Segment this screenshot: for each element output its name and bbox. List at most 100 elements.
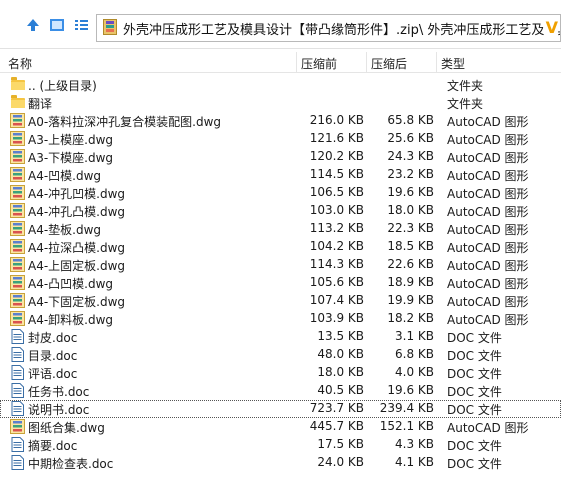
file-name: 中期检查表.doc <box>28 457 114 471</box>
list-item[interactable]: A4-上固定板.dwg 114.3 KB 22.6 KB AutoCAD 图形 <box>0 256 561 274</box>
file-name: A0-落料拉深冲孔复合模装配图.dwg <box>28 115 222 129</box>
file-name: A4-冲孔凹模.dwg <box>28 187 126 201</box>
column-divider[interactable] <box>366 52 367 72</box>
file-name: 封皮.doc <box>28 331 78 345</box>
toolbar: 外壳冲压成形工艺及模具设计【带凸缘筒形件】.zip\ 外壳冲压成形工艺及模具 V <box>0 0 561 49</box>
list-item[interactable]: A4-下固定板.dwg 107.4 KB 19.9 KB AutoCAD 图形 <box>0 292 561 310</box>
file-size: 40.5 KB <box>317 383 364 397</box>
file-type: AutoCAD 图形 <box>447 241 529 255</box>
file-size: 445.7 KB <box>309 419 364 433</box>
file-type: DOC 文件 <box>447 367 502 381</box>
doc-file-icon <box>11 455 24 470</box>
list-item[interactable]: 目录.doc 48.0 KB 6.8 KB DOC 文件 <box>0 346 561 364</box>
list-view-icon[interactable] <box>70 14 92 36</box>
dwg-file-icon <box>10 131 25 146</box>
file-size: 216.0 KB <box>309 113 364 127</box>
file-packed-size: 4.3 KB <box>395 437 434 451</box>
list-item[interactable]: A4-冲孔凹模.dwg 106.5 KB 19.6 KB AutoCAD 图形 <box>0 184 561 202</box>
list-item[interactable]: 说明书.doc 723.7 KB 239.4 KB DOC 文件 <box>0 400 561 418</box>
column-type-header[interactable]: 类型 <box>441 55 465 72</box>
file-name: .. (上级目录) <box>28 79 97 93</box>
file-size: 103.0 KB <box>309 203 364 217</box>
file-type: AutoCAD 图形 <box>447 115 529 129</box>
file-type: AutoCAD 图形 <box>447 313 529 327</box>
dwg-file-icon <box>10 221 25 236</box>
list-item[interactable]: 封皮.doc 13.5 KB 3.1 KB DOC 文件 <box>0 328 561 346</box>
file-size: 18.0 KB <box>317 365 364 379</box>
list-item[interactable]: A4-垫板.dwg 113.2 KB 22.3 KB AutoCAD 图形 <box>0 220 561 238</box>
file-size: 24.0 KB <box>317 455 364 469</box>
dwg-file-icon <box>10 419 25 434</box>
file-packed-size: 4.0 KB <box>395 365 434 379</box>
file-type: AutoCAD 图形 <box>447 277 529 291</box>
file-packed-size: 18.0 KB <box>387 203 434 217</box>
dwg-file-icon <box>10 149 25 164</box>
file-size: 114.3 KB <box>309 257 364 271</box>
list-item[interactable]: A4-卸料板.dwg 103.9 KB 18.2 KB AutoCAD 图形 <box>0 310 561 328</box>
list-item[interactable]: A3-上模座.dwg 121.6 KB 25.6 KB AutoCAD 图形 <box>0 130 561 148</box>
list-item[interactable]: A3-下模座.dwg 120.2 KB 24.3 KB AutoCAD 图形 <box>0 148 561 166</box>
column-divider[interactable] <box>296 52 297 72</box>
file-name: A4-上固定板.dwg <box>28 259 126 273</box>
file-type: DOC 文件 <box>447 349 502 363</box>
file-name: A4-下固定板.dwg <box>28 295 126 309</box>
file-packed-size: 65.8 KB <box>387 113 434 127</box>
address-path: 外壳冲压成形工艺及模具设计【带凸缘筒形件】.zip\ 外壳冲压成形工艺及模具 <box>123 22 561 38</box>
file-name: 评语.doc <box>28 367 78 381</box>
doc-file-icon <box>11 383 24 398</box>
list-item[interactable]: .. (上级目录) 文件夹 <box>0 76 561 94</box>
list-item[interactable]: 任务书.doc 40.5 KB 19.6 KB DOC 文件 <box>0 382 561 400</box>
file-packed-size: 4.1 KB <box>395 455 434 469</box>
file-name: 说明书.doc <box>28 403 90 417</box>
details-view-icon[interactable] <box>46 14 68 36</box>
up-arrow-icon[interactable] <box>22 14 44 36</box>
list-item[interactable]: A4-凹模.dwg 114.5 KB 23.2 KB AutoCAD 图形 <box>0 166 561 184</box>
dwg-file-icon <box>10 311 25 326</box>
list-item[interactable]: A4-冲孔凸模.dwg 103.0 KB 18.0 KB AutoCAD 图形 <box>0 202 561 220</box>
file-name: A3-下模座.dwg <box>28 151 114 165</box>
file-name: A4-冲孔凸模.dwg <box>28 205 126 219</box>
file-name: A4-凸凹模.dwg <box>28 277 114 291</box>
column-name-header[interactable]: 名称 <box>8 55 32 72</box>
file-name: 摘要.doc <box>28 439 78 453</box>
file-packed-size: 3.1 KB <box>395 329 434 343</box>
file-size: 105.6 KB <box>309 275 364 289</box>
file-packed-size: 19.6 KB <box>387 383 434 397</box>
column-divider[interactable] <box>436 52 437 72</box>
file-type: AutoCAD 图形 <box>447 223 529 237</box>
file-type: AutoCAD 图形 <box>447 187 529 201</box>
doc-file-icon <box>11 437 24 452</box>
file-name: A4-凹模.dwg <box>28 169 102 183</box>
doc-file-icon <box>11 365 24 380</box>
list-item[interactable]: 中期检查表.doc 24.0 KB 4.1 KB DOC 文件 <box>0 454 561 472</box>
dwg-file-icon <box>10 203 25 218</box>
file-type: AutoCAD 图形 <box>447 259 529 273</box>
dwg-file-icon <box>10 293 25 308</box>
file-type: DOC 文件 <box>447 439 502 453</box>
address-bar[interactable]: 外壳冲压成形工艺及模具设计【带凸缘筒形件】.zip\ 外壳冲压成形工艺及模具 V <box>96 14 561 42</box>
list-item[interactable]: A4-凸凹模.dwg 105.6 KB 18.9 KB AutoCAD 图形 <box>0 274 561 292</box>
zip-archive-icon <box>103 18 117 38</box>
dwg-file-icon <box>10 275 25 290</box>
list-item[interactable]: 摘要.doc 17.5 KB 4.3 KB DOC 文件 <box>0 436 561 454</box>
column-packed-header[interactable]: 压缩后 <box>371 55 407 72</box>
list-item[interactable]: 图纸合集.dwg 445.7 KB 152.1 KB AutoCAD 图形 <box>0 418 561 436</box>
list-item[interactable]: 翻译 文件夹 <box>0 94 561 112</box>
doc-file-icon <box>11 347 24 362</box>
chevron-down-icon[interactable]: V <box>543 18 558 37</box>
list-item[interactable]: A0-落料拉深冲孔复合模装配图.dwg 216.0 KB 65.8 KB AutoCA… <box>0 112 561 130</box>
file-type: DOC 文件 <box>447 457 502 471</box>
column-size-header[interactable]: 压缩前 <box>301 55 337 72</box>
file-packed-size: 23.2 KB <box>387 167 434 181</box>
file-size: 103.9 KB <box>309 311 364 325</box>
list-item[interactable]: A4-拉深凸模.dwg 104.2 KB 18.5 KB AutoCAD 图形 <box>0 238 561 256</box>
doc-file-icon <box>11 329 24 344</box>
file-size: 104.2 KB <box>309 239 364 253</box>
dwg-file-icon <box>10 167 25 182</box>
file-size: 17.5 KB <box>317 437 364 451</box>
file-packed-size: 239.4 KB <box>379 401 434 415</box>
list-item[interactable]: 评语.doc 18.0 KB 4.0 KB DOC 文件 <box>0 364 561 382</box>
file-name: 目录.doc <box>28 349 78 363</box>
file-packed-size: 22.6 KB <box>387 257 434 271</box>
file-type: AutoCAD 图形 <box>447 133 529 147</box>
